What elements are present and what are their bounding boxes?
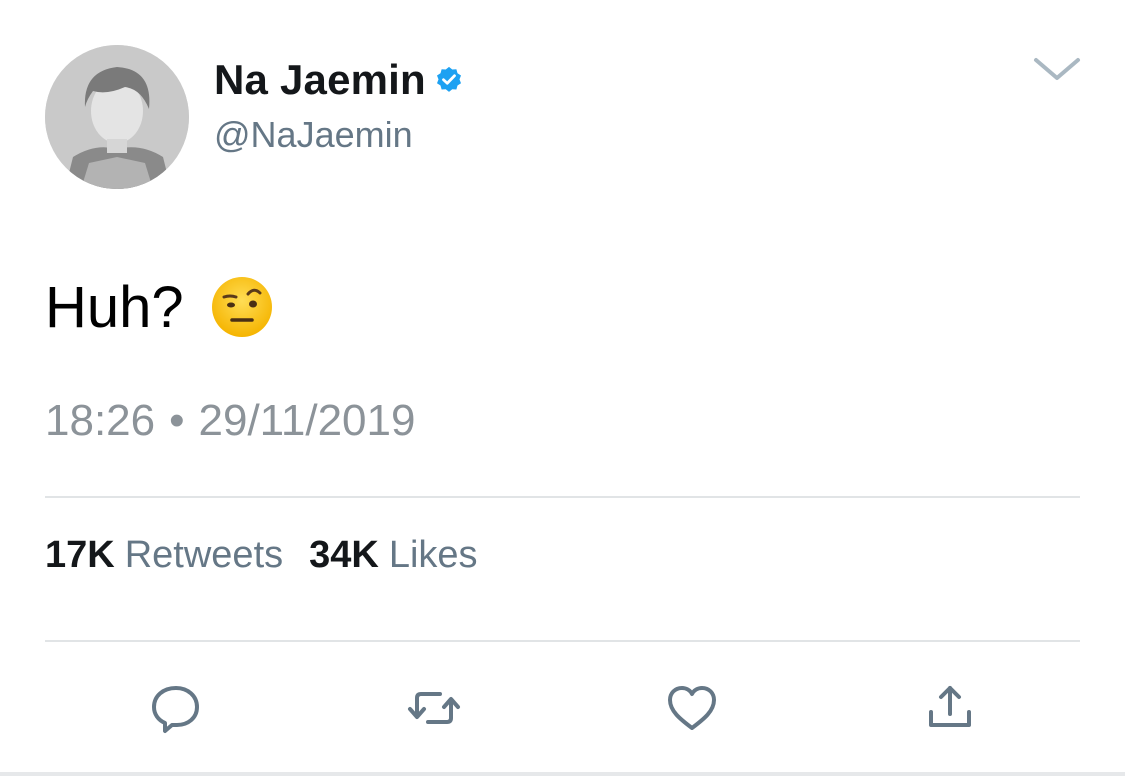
avatar-photo: [45, 45, 189, 189]
avatar[interactable]: [45, 45, 189, 189]
tweet-timestamp[interactable]: 18:26 • 29/11/2019: [45, 396, 415, 446]
reply-icon[interactable]: [148, 680, 204, 736]
divider-top: [45, 496, 1080, 498]
divider-bottom: [45, 640, 1080, 642]
likes-label[interactable]: Likes: [389, 534, 478, 577]
author-display-name[interactable]: Na Jaemin: [214, 56, 426, 104]
timestamp-separator: •: [169, 396, 185, 445]
share-icon[interactable]: [922, 680, 978, 736]
tweet-body: Huh?: [45, 270, 274, 344]
engagement-stats: 17K Retweets 34K Likes: [45, 534, 478, 577]
like-count[interactable]: 34K: [309, 534, 379, 577]
bottom-border: [0, 772, 1125, 776]
author-name-row[interactable]: Na Jaemin: [214, 52, 464, 108]
verified-badge-icon: [436, 66, 461, 92]
tweet-date: 29/11/2019: [198, 396, 416, 445]
tweet-time: 18:26: [45, 396, 156, 445]
retweet-count[interactable]: 17K: [45, 534, 115, 577]
tweet-text: Huh?: [45, 274, 184, 340]
author-handle[interactable]: @NaJaemin: [214, 114, 413, 156]
chevron-down-icon[interactable]: [1030, 52, 1084, 86]
face-with-raised-eyebrow-icon: [211, 277, 272, 337]
retweet-icon[interactable]: [406, 680, 462, 736]
like-icon[interactable]: [664, 680, 720, 736]
retweets-label[interactable]: Retweets: [125, 534, 283, 577]
